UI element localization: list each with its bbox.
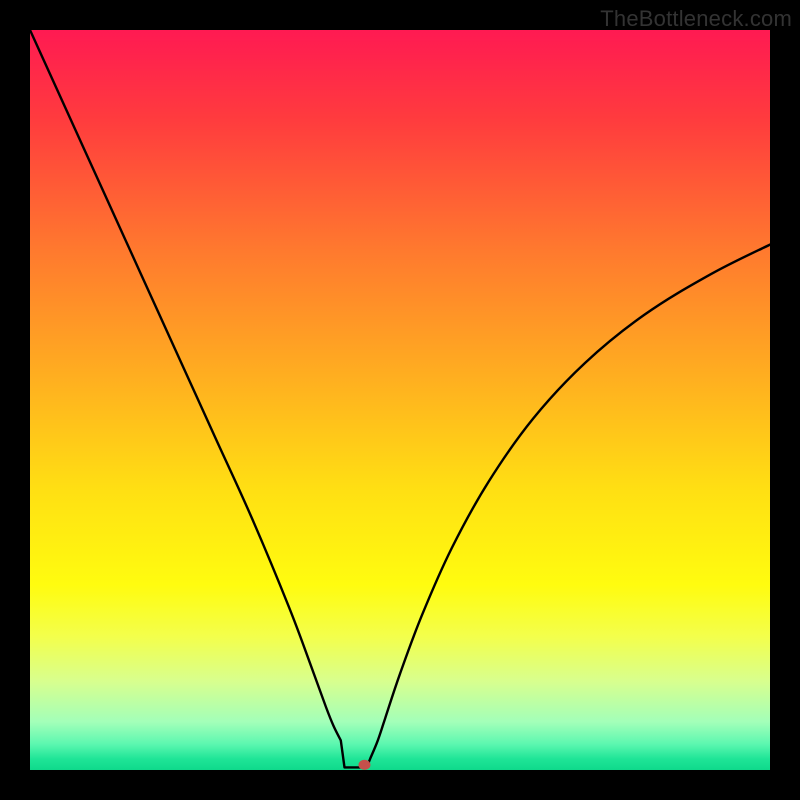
plot-area [30, 30, 770, 770]
optimum-marker [30, 30, 770, 770]
chart-frame: TheBottleneck.com [0, 0, 800, 800]
watermark-text: TheBottleneck.com [600, 6, 792, 32]
